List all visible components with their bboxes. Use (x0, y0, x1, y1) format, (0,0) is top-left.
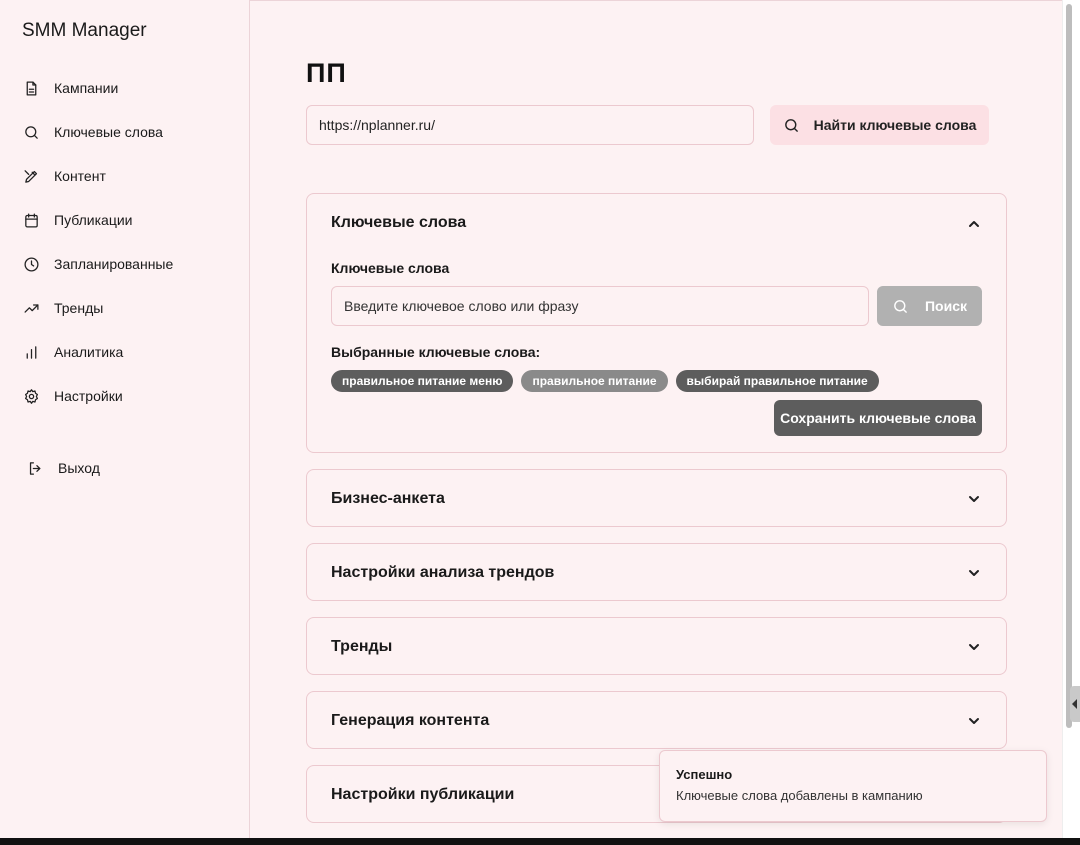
keyword-input[interactable] (331, 286, 869, 326)
search-button[interactable]: Поиск (877, 286, 982, 326)
gear-icon (22, 387, 40, 405)
page-title: ПП (306, 58, 347, 88)
pen-icon (22, 167, 40, 185)
sidebar-item-publications[interactable]: Публикации (22, 208, 132, 232)
section-title: Генерация контента (331, 712, 490, 729)
section-trends[interactable]: Тренды (306, 617, 1007, 675)
chevron-down-icon (968, 640, 980, 652)
sidebar-item-label: Запланированные (54, 256, 174, 272)
find-keywords-button[interactable]: Найти ключевые слова (770, 105, 989, 145)
keyword-chip[interactable]: правильное питание меню (331, 370, 514, 392)
panel-toggle-handle[interactable] (1070, 686, 1080, 722)
document-icon (22, 79, 40, 97)
sidebar-item-settings[interactable]: Настройки (22, 384, 123, 408)
search-icon (22, 123, 40, 141)
logout-label: Выход (58, 460, 100, 476)
sidebar: SMM Manager Кампании Ключевые слова Конт… (0, 0, 250, 838)
logout-icon (26, 459, 44, 477)
sidebar-item-campaigns[interactable]: Кампании (22, 76, 118, 100)
sidebar-item-label: Кампании (54, 80, 119, 96)
scrollbar-thumb[interactable] (1066, 4, 1072, 728)
url-input[interactable] (306, 105, 754, 145)
section-title: Настройки публикации (331, 786, 515, 803)
success-toast[interactable]: Успешно Ключевые слова добавлены в кампа… (659, 750, 1047, 822)
app-title: SMM Manager (22, 20, 147, 41)
section-title: Бизнес-анкета (331, 490, 445, 507)
section-content-generation[interactable]: Генерация контента (306, 691, 1007, 749)
bar-chart-icon (22, 343, 40, 361)
section-title: Настройки анализа трендов (331, 564, 555, 581)
keywords-field-label: Ключевые слова (331, 260, 450, 276)
section-business-profile[interactable]: Бизнес-анкета (306, 469, 1007, 527)
trending-up-icon (22, 299, 40, 317)
sidebar-item-content[interactable]: Контент (22, 164, 106, 188)
section-trend-analysis-settings[interactable]: Настройки анализа трендов (306, 543, 1007, 601)
sidebar-item-label: Контент (54, 168, 106, 184)
sidebar-item-label: Ключевые слова (54, 124, 163, 140)
section-header-keywords[interactable]: Ключевые слова (331, 214, 466, 232)
clock-icon (22, 255, 40, 273)
search-icon (783, 117, 800, 134)
sidebar-item-trends[interactable]: Тренды (22, 296, 103, 320)
sidebar-item-label: Тренды (54, 300, 104, 316)
bottom-edge (0, 838, 1080, 845)
frame-top-border (250, 0, 1062, 1)
selected-keywords-list: правильное питание меню правильное питан… (331, 370, 879, 392)
chevron-down-icon (968, 566, 980, 578)
sidebar-item-label: Публикации (54, 212, 133, 228)
keyword-chip[interactable]: правильное питание (521, 370, 668, 392)
chevron-down-icon (968, 492, 980, 504)
save-keywords-button[interactable]: Сохранить ключевые слова (774, 400, 982, 436)
section-title: Тренды (331, 638, 393, 655)
search-icon (892, 298, 909, 315)
search-button-label: Поиск (924, 298, 967, 314)
keyword-chip[interactable]: выбирай правильное питание (675, 370, 879, 392)
calendar-icon (22, 211, 40, 229)
sidebar-item-scheduled[interactable]: Запланированные (22, 252, 173, 276)
collapse-arrow-icon (1072, 699, 1077, 709)
toast-message: Ключевые слова добавлены в кампанию (676, 788, 923, 803)
sidebar-item-label: Аналитика (54, 344, 124, 360)
chevron-down-icon (968, 714, 980, 726)
keywords-section: Ключевые слова Ключевые слова Поиск Выбр… (306, 193, 1007, 453)
selected-keywords-label: Выбранные ключевые слова: (331, 344, 541, 360)
sidebar-item-analytics[interactable]: Аналитика (22, 340, 123, 364)
sidebar-item-keywords[interactable]: Ключевые слова (22, 120, 163, 144)
sidebar-item-label: Настройки (54, 388, 123, 404)
logout-button[interactable]: Выход (26, 456, 100, 480)
chevron-up-icon[interactable] (968, 217, 980, 229)
find-keywords-label: Найти ключевые слова (813, 117, 977, 133)
toast-title: Успешно (676, 767, 733, 782)
